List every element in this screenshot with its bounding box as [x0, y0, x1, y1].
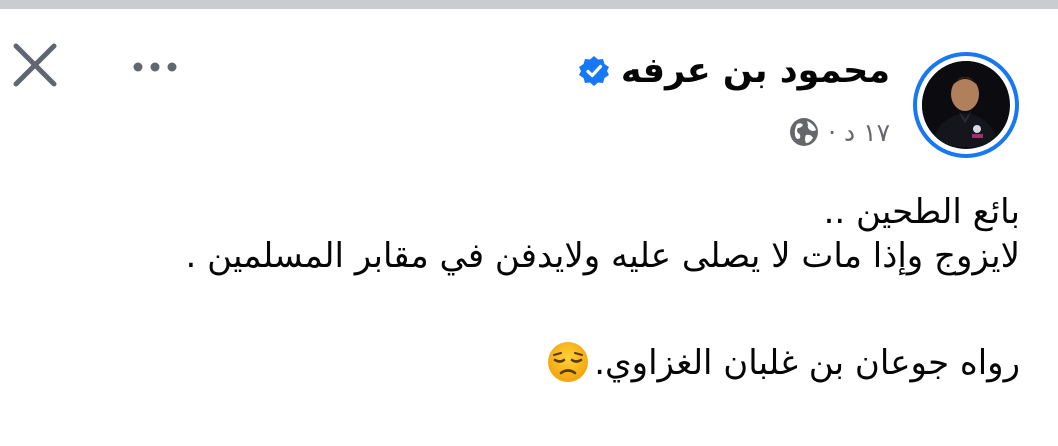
post-line: بائع الطحين .. [823, 192, 1020, 232]
post-line: لايزوج وإذا مات لا يصلى عليه ولايدفن في … [185, 236, 1020, 276]
disappointed-face-emoji-icon [546, 340, 590, 384]
close-icon [13, 43, 57, 87]
author-row: محمود بن عرفه [577, 46, 890, 96]
meta-separator: · [828, 117, 837, 147]
verified-badge-icon [577, 54, 611, 88]
close-button[interactable] [10, 40, 60, 90]
post-time[interactable]: ١٧ د [844, 118, 890, 147]
author-name[interactable]: محمود بن عرفه [621, 51, 890, 91]
globe-icon[interactable] [788, 116, 820, 148]
post-meta: ١٧ د · [788, 112, 890, 152]
profile-photo [922, 61, 1010, 149]
avatar[interactable] [913, 52, 1019, 158]
post-line: رواه جوعان بن غلبان الغزاوي. [594, 343, 1020, 383]
more-options-button[interactable] [128, 54, 188, 80]
line-break [20, 278, 1020, 340]
post-line-with-emoji: رواه جوعان بن غلبان الغزاوي. [20, 340, 1020, 385]
top-strip [0, 0, 1058, 9]
post-body: بائع الطحين .. لايزوج وإذا مات لا يصلى ع… [20, 190, 1020, 385]
more-options-icon [133, 62, 177, 72]
